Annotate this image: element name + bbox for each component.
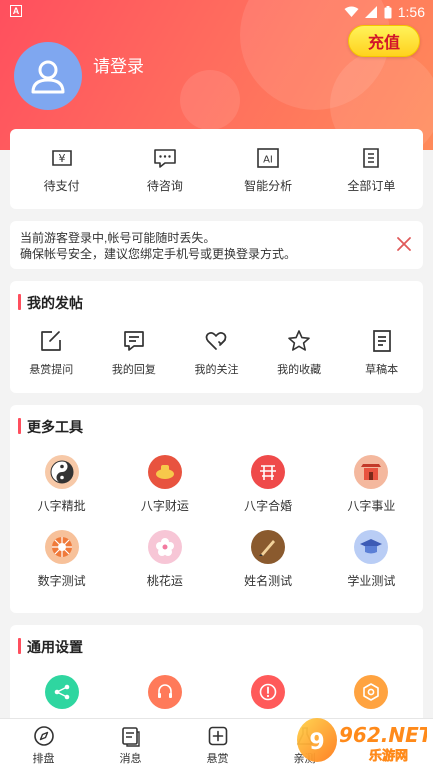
- user-icon: [31, 60, 65, 94]
- gate-icon: [354, 455, 389, 489]
- tab-messages[interactable]: 消息: [87, 719, 174, 769]
- star-icon: [288, 330, 310, 351]
- settings-icon: [354, 675, 389, 709]
- post-bounty-question[interactable]: 悬赏提问: [10, 329, 93, 377]
- close-icon[interactable]: [395, 235, 413, 253]
- battery-icon: [384, 5, 392, 18]
- order-smart-analysis[interactable]: AI 智能分析: [217, 129, 320, 209]
- section-title: 更多工具: [18, 417, 83, 437]
- tab-paipan[interactable]: 排盘: [0, 719, 87, 769]
- setting-share[interactable]: [10, 675, 113, 709]
- draft-icon: [372, 330, 391, 352]
- tab-bounty[interactable]: 悬赏: [174, 719, 261, 769]
- my-posts-card: 我的发帖 悬赏提问 我的回复 我的关注 我的收藏 草稿本: [10, 281, 423, 393]
- list-doc-icon: [363, 148, 380, 168]
- order-pending-consult[interactable]: 待咨询: [113, 129, 216, 209]
- ai-icon: AI: [257, 148, 279, 168]
- notice-line: 确保帐号安全，建议您绑定手机号或更换登录方式。: [20, 247, 297, 261]
- tool-label: 八字合婚: [244, 499, 293, 513]
- order-all[interactable]: 全部订单: [320, 129, 423, 209]
- message-icon: [121, 727, 140, 747]
- login-link[interactable]: 请登录: [93, 52, 144, 77]
- watermark-brand: 962.NET: [339, 723, 427, 747]
- post-label: 我的回复: [111, 364, 156, 376]
- post-my-favorites[interactable]: 我的收藏: [258, 329, 341, 377]
- post-label: 悬赏提问: [29, 364, 74, 376]
- svg-text:9: 9: [309, 730, 324, 755]
- post-label: 草稿本: [365, 364, 399, 376]
- brush-icon: [251, 530, 286, 564]
- tab-label: 消息: [119, 753, 142, 765]
- tool-label: 学业测试: [347, 574, 396, 588]
- section-title: 我的发帖: [18, 293, 83, 313]
- watermark-sub: 乐游网: [369, 748, 408, 764]
- tool-name-test[interactable]: 姓名测试: [217, 530, 320, 589]
- guest-notice: 当前游客登录中,帐号可能随时丢失。 确保帐号安全，建议您绑定手机号或更换登录方式…: [10, 221, 423, 269]
- more-tools-card: 更多工具 八字精批 八字财运 八字合婚 八字事业 数字测试 桃花运 姓名测试 学…: [10, 405, 423, 613]
- tool-peach-blossom[interactable]: 桃花运: [113, 530, 216, 589]
- share-icon: [44, 675, 79, 709]
- tool-bazi-reading[interactable]: 八字精批: [10, 455, 113, 514]
- recharge-button[interactable]: 充值: [348, 25, 420, 57]
- plus-box-icon: [208, 726, 227, 746]
- status-time: 1:56: [397, 4, 425, 20]
- order-label: 智能分析: [244, 179, 293, 193]
- post-my-replies[interactable]: 我的回复: [93, 329, 176, 377]
- tool-bazi-marriage[interactable]: 八字合婚: [217, 455, 320, 514]
- tool-label: 姓名测试: [244, 574, 293, 588]
- wifi-icon: [344, 6, 359, 17]
- setting-feedback[interactable]: [217, 675, 320, 709]
- watermark-logo: 9 962.NET 乐游网: [297, 718, 427, 764]
- heart-icon: [206, 332, 227, 350]
- notice-line: 当前游客登录中,帐号可能随时丢失。: [20, 231, 216, 245]
- tool-study-test[interactable]: 学业测试: [320, 530, 423, 589]
- signal-icon: [364, 6, 377, 18]
- wheel-icon: [44, 530, 79, 564]
- order-pending-payment[interactable]: ¥ 待支付: [10, 129, 113, 209]
- setting-general[interactable]: [320, 675, 423, 709]
- tool-label: 桃花运: [146, 574, 183, 588]
- tab-label: 悬赏: [206, 753, 229, 765]
- orders-card: ¥ 待支付 待咨询 AI 智能分析 全部订单: [10, 129, 423, 209]
- tool-label: 八字事业: [347, 499, 396, 513]
- avatar[interactable]: [14, 42, 82, 110]
- app-badge-icon: A: [10, 5, 22, 17]
- wealth-icon: [147, 455, 182, 489]
- reply-icon: [124, 331, 144, 351]
- post-drafts[interactable]: 草稿本: [340, 329, 423, 377]
- order-label: 待咨询: [146, 179, 183, 193]
- headset-icon: [147, 675, 182, 709]
- post-label: 我的关注: [194, 364, 239, 376]
- chat-bubble-icon: [154, 149, 176, 168]
- tool-label: 数字测试: [37, 574, 86, 588]
- post-label: 我的收藏: [277, 364, 322, 376]
- graduation-cap-icon: [354, 530, 389, 564]
- tool-label: 八字财运: [140, 499, 189, 513]
- tool-bazi-wealth[interactable]: 八字财运: [113, 455, 216, 514]
- tool-number-test[interactable]: 数字测试: [10, 530, 113, 589]
- yuan-ticket-icon: ¥: [51, 150, 72, 166]
- double-happiness-icon: [251, 455, 286, 489]
- svg-text:¥: ¥: [58, 152, 65, 165]
- yin-yang-icon: [44, 455, 79, 489]
- compass-icon: [33, 726, 54, 746]
- order-label: 全部订单: [347, 179, 396, 193]
- alert-icon: [251, 675, 286, 709]
- tab-label: 排盘: [32, 753, 55, 765]
- order-label: 待支付: [43, 179, 80, 193]
- peach-blossom-icon: [147, 530, 182, 564]
- setting-support[interactable]: [113, 675, 216, 709]
- post-my-follows[interactable]: 我的关注: [175, 329, 258, 377]
- edit-icon: [41, 331, 62, 351]
- svg-text:AI: AI: [263, 155, 273, 166]
- tool-label: 八字精批: [37, 499, 86, 513]
- tool-bazi-career[interactable]: 八字事业: [320, 455, 423, 514]
- status-bar: A 1:56: [0, 0, 433, 24]
- section-title: 通用设置: [18, 637, 83, 657]
